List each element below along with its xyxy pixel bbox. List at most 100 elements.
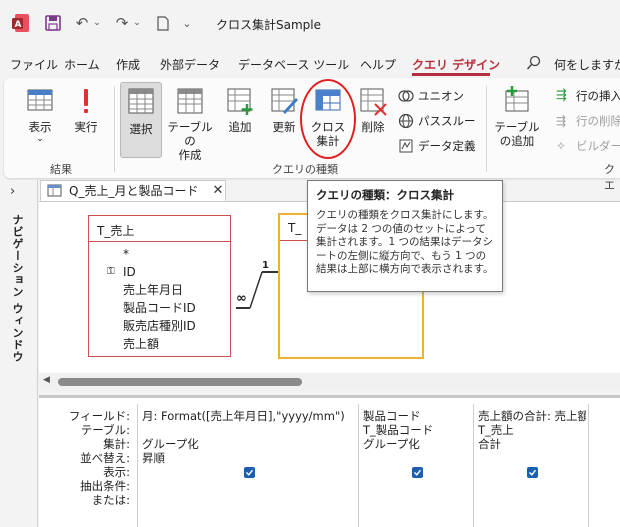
chevron-down-icon: ⌄ [36, 134, 44, 144]
grid-column-border [473, 404, 474, 527]
union-label: ユニオン [418, 89, 464, 103]
field-item[interactable]: 売上年月日 [89, 281, 230, 299]
redo-icon[interactable]: ↷ [112, 14, 132, 32]
close-icon[interactable]: ✕ [212, 183, 223, 198]
make-table-label-2: 作成 [178, 148, 202, 162]
group-label-query-type: クエリの種類 [272, 163, 338, 176]
undo-dropdown-icon[interactable]: ⌄ [92, 14, 102, 32]
menu-query-design[interactable]: クエリ デザイン [412, 56, 500, 73]
insert-rows-button[interactable]: ⇶ 行の挿入 [556, 88, 620, 104]
insert-rows-label: 行の挿入 [576, 89, 620, 103]
active-tab-indicator [412, 73, 490, 76]
append-button[interactable]: 追加 [222, 86, 258, 134]
row-label-field: フィールド: [68, 409, 130, 423]
document-icon[interactable] [156, 14, 170, 32]
field-item[interactable]: 売上額 [89, 335, 230, 353]
row-label-sort: 並べ替え: [80, 451, 130, 465]
grid-column-1[interactable]: 月: Format([売上年月日],"yyyy/mm") グループ化 昇順 [142, 409, 356, 479]
grid-cell-field[interactable]: 製品コード [363, 409, 471, 423]
undo-icon[interactable]: ↶ [72, 14, 92, 32]
menu-file[interactable]: ファイル [10, 56, 58, 73]
query-document-tab[interactable]: Q_売上_月と製品コード ✕ [40, 180, 226, 202]
delete-rows-button[interactable]: ⇶ 行の削除 [556, 113, 620, 129]
app-title: クロス集計Sample [216, 18, 321, 32]
search-icon[interactable] [526, 55, 542, 71]
scroll-left-icon[interactable]: ◀ [43, 375, 50, 385]
make-table-button[interactable]: テーブルの 作成 [162, 86, 218, 162]
grid-cell-sort[interactable] [363, 451, 471, 465]
ribbon-separator [486, 86, 487, 172]
access-logo-icon: A [12, 13, 30, 33]
delete-rows-label: 行の削除 [576, 114, 620, 128]
run-icon [84, 89, 88, 113]
show-checkbox[interactable] [243, 466, 255, 478]
grid-cell-show[interactable] [478, 465, 586, 479]
grid-cell-sort[interactable]: 昇順 [142, 451, 356, 465]
builder-wand-icon: ✧ [556, 139, 567, 153]
tell-me-search[interactable]: 何をしますか [554, 56, 620, 73]
grid-cell-total[interactable]: 合計 [478, 437, 586, 451]
grid-cell-show[interactable] [363, 465, 471, 479]
grid-column-border [137, 404, 138, 527]
grid-cell-field[interactable]: 売上額の合計: 売上額 [478, 409, 586, 423]
update-button[interactable]: 更新 [266, 86, 302, 134]
ribbon-separator [114, 86, 115, 172]
field-item[interactable]: 販売店種別ID [89, 317, 230, 335]
data-definition-button[interactable]: データ定義 [398, 138, 476, 154]
make-table-label-1: テーブルの [167, 120, 213, 148]
menu-database-tools[interactable]: データベース ツール [238, 56, 349, 73]
data-definition-icon [399, 139, 413, 153]
grid-cell-table[interactable]: T_売上 [478, 423, 586, 437]
show-checkbox[interactable] [526, 466, 538, 478]
grid-cell-table[interactable] [142, 423, 356, 437]
grid-cell-table[interactable]: T_製品コード [363, 423, 471, 437]
view-button[interactable]: 表示 ⌄ [20, 86, 60, 144]
redo-dropdown-icon[interactable]: ⌄ [132, 14, 142, 32]
select-query-icon [128, 88, 154, 114]
data-definition-label: データ定義 [418, 139, 476, 153]
customize-qat-icon[interactable]: ⌄ [180, 14, 194, 32]
menu-create[interactable]: 作成 [116, 56, 140, 73]
delete-query-label: 削除 [361, 120, 385, 134]
append-label: 追加 [228, 120, 252, 134]
append-icon [227, 88, 253, 115]
grid-cell-field[interactable]: 月: Format([売上年月日],"yyyy/mm") [142, 409, 356, 423]
menu-external-data[interactable]: 外部データ [160, 56, 220, 73]
delete-query-button[interactable]: 削除 [356, 86, 390, 134]
query-icon [47, 184, 62, 196]
show-table-button[interactable]: テーブル の追加 [494, 86, 540, 148]
union-button[interactable]: ユニオン [398, 88, 464, 104]
grid-column-2[interactable]: 製品コード T_製品コード グループ化 [363, 409, 471, 479]
select-query-button[interactable]: 選択 [120, 86, 162, 136]
relationship-one-label: 1 [262, 260, 269, 271]
grid-cell-total[interactable]: グループ化 [142, 437, 356, 451]
row-label-criteria: 抽出条件: [80, 479, 130, 493]
field-item[interactable]: 製品コードID [89, 299, 230, 317]
scrollbar-thumb[interactable] [58, 378, 302, 386]
row-label-show: 表示: [103, 465, 130, 479]
globe-icon [398, 113, 414, 129]
passthrough-button[interactable]: パススルー [398, 113, 476, 129]
builder-button[interactable]: ✧ ビルダー [556, 138, 620, 154]
grid-cell-sort[interactable] [478, 451, 586, 465]
show-checkbox[interactable] [411, 466, 423, 478]
grid-cell-total[interactable]: グループ化 [363, 437, 471, 451]
menu-help[interactable]: ヘルプ [360, 56, 396, 73]
table-box-t-sales[interactable]: T_売上 * ⚿ ID 売上年月日 製品コードID 販売店種別ID 売上額 [88, 215, 231, 357]
field-item[interactable]: * [89, 245, 230, 263]
grid-column-border [588, 404, 589, 527]
run-button[interactable]: 実行 [66, 86, 106, 134]
chevron-right-icon[interactable]: › [10, 184, 15, 199]
show-table-label-1: テーブル [494, 120, 540, 134]
grid-column-border [358, 404, 359, 527]
save-icon[interactable] [44, 14, 62, 32]
grid-cell-show[interactable] [142, 465, 356, 479]
key-icon: ⚿ [107, 266, 115, 277]
row-label-or: または: [91, 493, 130, 507]
view-button-label: 表示 [28, 120, 52, 134]
field-item-primary-key[interactable]: ⚿ ID [89, 263, 230, 281]
menu-home[interactable]: ホーム [64, 56, 100, 73]
run-button-label: 実行 [74, 120, 98, 134]
insert-rows-icon: ⇶ [556, 88, 567, 103]
grid-column-3[interactable]: 売上額の合計: 売上額 T_売上 合計 [478, 409, 586, 479]
